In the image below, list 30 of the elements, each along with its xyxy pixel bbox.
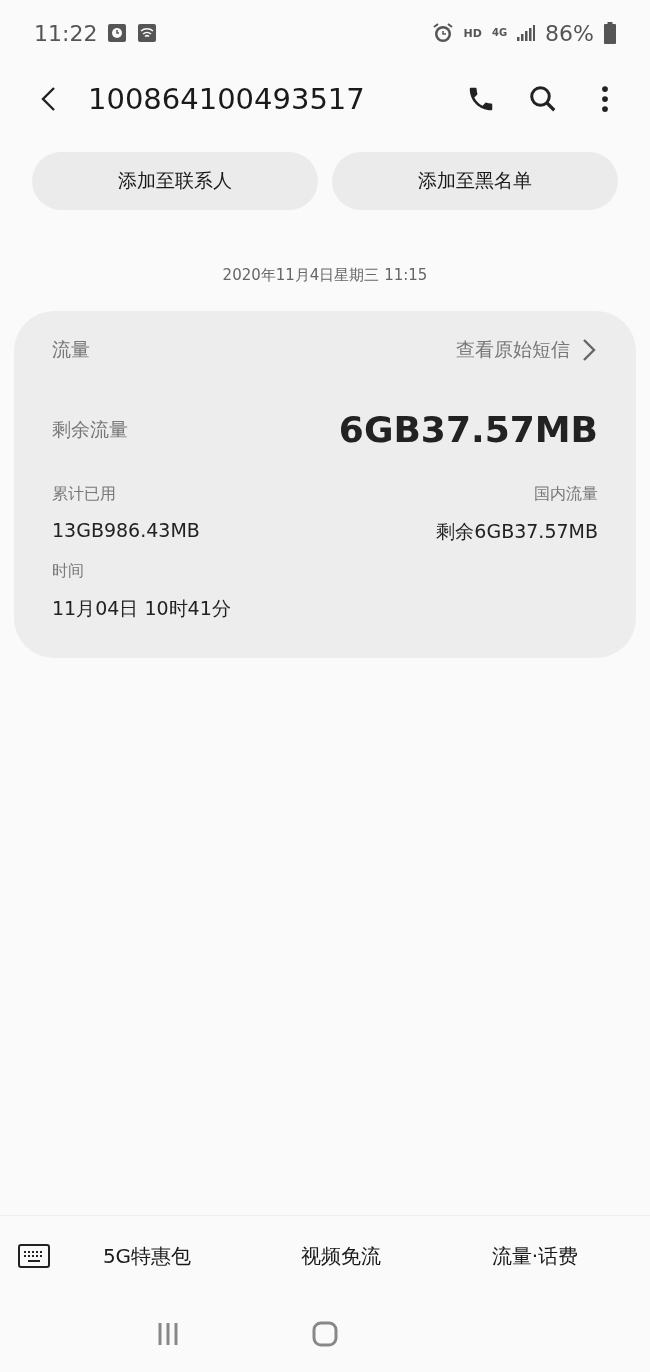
field-label: 累计已用 — [52, 484, 117, 505]
keyboard-icon[interactable] — [18, 1244, 50, 1268]
main-value: 6GB37.57MB — [338, 409, 598, 450]
card-category: 流量 — [52, 337, 90, 362]
field-label: 国内流量 — [534, 484, 598, 505]
search-icon[interactable] — [528, 84, 558, 114]
view-original-link[interactable]: 查看原始短信 — [456, 337, 598, 363]
field-value: 13GB986.43MB — [52, 519, 201, 541]
network-type: 4G — [491, 28, 508, 38]
home-icon[interactable] — [312, 1321, 338, 1347]
hd-label: HD — [463, 26, 482, 40]
menu-item[interactable]: 视频免流 — [244, 1241, 438, 1271]
menu-item[interactable]: 5G特惠包 — [50, 1241, 244, 1271]
alarm-icon — [431, 22, 454, 44]
battery-percent: 86% — [545, 20, 594, 46]
field-value: 11月04日 10时41分 — [52, 596, 232, 621]
menu-item[interactable]: 流量·话费 — [438, 1241, 632, 1271]
action-button[interactable]: 添加至联系人 — [32, 152, 318, 210]
signal-icon — [517, 25, 536, 41]
wifi-icon — [137, 23, 158, 43]
battery-icon — [604, 22, 616, 44]
clock-icon — [107, 23, 128, 43]
message-date: 2020年11月4日星期三 11:15 — [222, 266, 428, 285]
main-label: 剩余流量 — [52, 416, 128, 442]
contact-number: 100864100493517 — [88, 82, 366, 116]
status-time: 11:22 — [34, 20, 98, 46]
action-button[interactable]: 添加至黑名单 — [332, 152, 618, 210]
field-value: 剩余6GB37.57MB — [436, 519, 598, 544]
chevron-icon — [580, 337, 598, 363]
field-label: 时间 — [52, 561, 85, 582]
